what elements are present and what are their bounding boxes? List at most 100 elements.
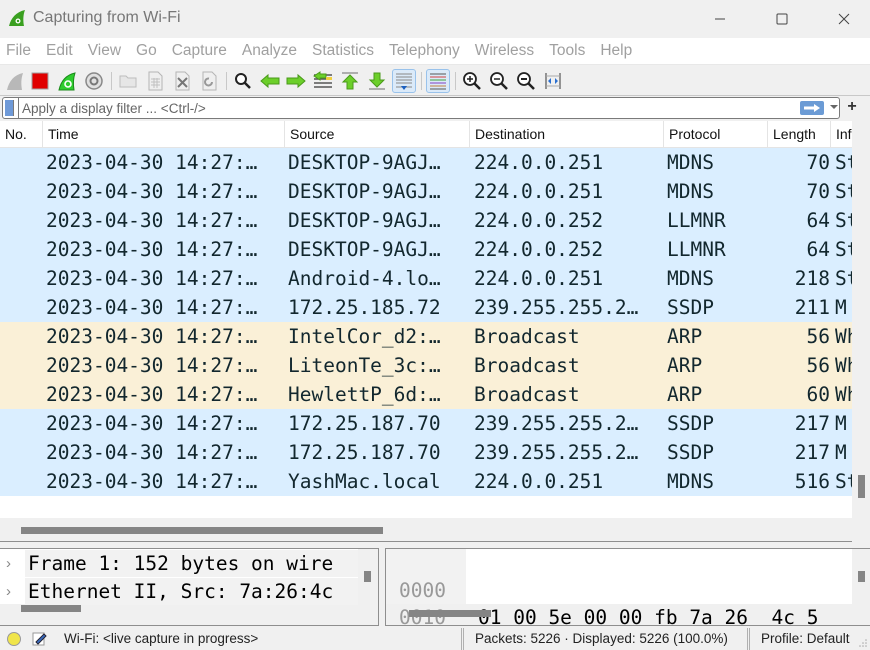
- packet-row[interactable]: 2023-04-30 14:27:… DESKTOP-9AGJ… 224.0.0.2…: [0, 235, 852, 264]
- column-header-length[interactable]: Length: [768, 121, 831, 148]
- find-packet-button[interactable]: [231, 69, 255, 93]
- profile-status[interactable]: Profile: Default: [761, 631, 850, 646]
- zoom-in-button[interactable]: [460, 69, 484, 93]
- cell-length: 56: [806, 325, 830, 348]
- folder-icon: [119, 75, 137, 88]
- stop-square-icon: [31, 72, 49, 90]
- column-header-source[interactable]: Source: [285, 121, 470, 148]
- menu-wireless[interactable]: Wireless: [475, 42, 534, 60]
- packet-list-horizontal-scrollbar[interactable]: [0, 518, 852, 542]
- packet-rows: 2023-04-30 14:27:… DESKTOP-9AGJ… 224.0.0.2…: [0, 148, 852, 496]
- expert-info-led-icon[interactable]: [7, 632, 21, 646]
- packet-row[interactable]: 2023-04-30 14:27:… 172.25.187.70 239.255.2…: [0, 409, 852, 438]
- packet-row[interactable]: 2023-04-30 14:27:… Android-4.lo… 224.0.0.2…: [0, 264, 852, 293]
- packet-row[interactable]: 2023-04-30 14:27:… LiteonTe_3c:… Broadcast…: [0, 351, 852, 380]
- bytes-vertical-scrollbar[interactable]: [858, 571, 865, 582]
- details-vertical-scrollbar[interactable]: [364, 571, 371, 582]
- go-to-packet-button[interactable]: [311, 69, 335, 93]
- cell-source: IntelCor_d2:…: [288, 325, 441, 348]
- chevron-right-icon[interactable]: ›: [6, 550, 11, 577]
- cell-length: 56: [806, 354, 830, 377]
- auto-scroll-button[interactable]: [392, 69, 416, 93]
- menu-help[interactable]: Help: [600, 42, 632, 60]
- details-horizontal-scrollbar[interactable]: [21, 605, 81, 612]
- filter-history-dropdown[interactable]: [829, 102, 839, 114]
- open-file-button[interactable]: [116, 69, 140, 93]
- column-header-info[interactable]: Inf: [831, 121, 852, 148]
- hex-bytes[interactable]: 01 00 5e 00 00 fb 7a 26 4c 5: [478, 604, 818, 631]
- cell-source: 172.25.187.70: [288, 412, 441, 435]
- menu-file[interactable]: File: [6, 42, 31, 60]
- cell-source: DESKTOP-9AGJ…: [288, 151, 441, 174]
- menu-go[interactable]: Go: [136, 42, 157, 60]
- cell-source: DESKTOP-9AGJ…: [288, 209, 441, 232]
- display-filter-input[interactable]: [22, 99, 792, 117]
- go-last-packet-button[interactable]: [365, 69, 389, 93]
- cell-length: 64: [806, 209, 830, 232]
- packet-row[interactable]: 2023-04-30 14:27:… DESKTOP-9AGJ… 224.0.0.2…: [0, 206, 852, 235]
- cell-length: 217: [794, 441, 830, 464]
- tree-item-frame[interactable]: › Frame 1: 152 bytes on wire: [0, 550, 358, 577]
- resize-columns-button[interactable]: [541, 69, 565, 93]
- menu-tools[interactable]: Tools: [549, 42, 585, 60]
- file-close-icon: [175, 71, 190, 91]
- menu-statistics[interactable]: Statistics: [312, 42, 374, 60]
- cell-no: [0, 467, 42, 496]
- menu-view[interactable]: View: [88, 42, 121, 60]
- column-header-protocol[interactable]: Protocol: [664, 121, 768, 148]
- reload-file-button[interactable]: [197, 69, 221, 93]
- packet-row[interactable]: 2023-04-30 14:27:… DESKTOP-9AGJ… 224.0.0.2…: [0, 148, 852, 177]
- column-header-time[interactable]: Time: [43, 121, 285, 148]
- packet-row[interactable]: 2023-04-30 14:27:… IntelCor_d2:… Broadcast…: [0, 322, 852, 351]
- packet-list-vertical-scrollbar[interactable]: [852, 121, 870, 518]
- cell-length: 218: [794, 267, 830, 290]
- scrollbar-thumb[interactable]: [21, 527, 383, 534]
- display-filter-box: [2, 97, 840, 119]
- tree-item-ethernet[interactable]: › Ethernet II, Src: 7a:26:4c: [0, 578, 358, 605]
- close-file-button[interactable]: [170, 69, 194, 93]
- go-first-packet-button[interactable]: [338, 69, 362, 93]
- colorize-button[interactable]: [426, 69, 450, 93]
- cell-destination: 239.255.255.2…: [474, 296, 639, 319]
- packet-row[interactable]: 2023-04-30 14:27:… HewlettP_6d:… Broadcast…: [0, 380, 852, 409]
- packet-row[interactable]: 2023-04-30 14:27:… YashMac.local 224.0.0.2…: [0, 467, 852, 496]
- go-back-button[interactable]: [258, 69, 282, 93]
- cell-time: 2023-04-30 14:27:…: [46, 296, 258, 319]
- capture-options-button[interactable]: [82, 69, 106, 93]
- apply-filter-button[interactable]: [800, 101, 824, 115]
- packet-details-tree: › Frame 1: 152 bytes on wire › Ethernet …: [0, 549, 358, 605]
- menu-edit[interactable]: Edit: [46, 42, 73, 60]
- chevron-right-icon[interactable]: ›: [6, 578, 11, 605]
- zoom-reset-button[interactable]: [514, 69, 538, 93]
- resize-grip-icon[interactable]: [858, 638, 868, 648]
- menu-capture[interactable]: Capture: [172, 42, 227, 60]
- menu-telephony[interactable]: Telephony: [389, 42, 460, 60]
- start-capture-button[interactable]: [3, 69, 27, 93]
- zoom-out-button[interactable]: [487, 69, 511, 93]
- minimize-button[interactable]: [700, 6, 740, 32]
- packet-row[interactable]: 2023-04-30 14:27:… DESKTOP-9AGJ… 224.0.0.2…: [0, 177, 852, 206]
- close-button[interactable]: [824, 6, 864, 32]
- stop-capture-button[interactable]: [28, 69, 52, 93]
- cell-destination: Broadcast: [474, 354, 580, 377]
- cell-info: St: [835, 209, 852, 232]
- bytes-horizontal-scrollbar[interactable]: [409, 610, 491, 617]
- cell-destination: 224.0.0.251: [474, 151, 604, 174]
- bookmark-icon[interactable]: [5, 100, 14, 116]
- maximize-button[interactable]: [762, 6, 802, 32]
- scrollbar-thumb[interactable]: [858, 475, 865, 498]
- packet-row[interactable]: 2023-04-30 14:27:… 172.25.185.72 239.255.2…: [0, 293, 852, 322]
- cell-length: 64: [806, 238, 830, 261]
- capture-comment-icon[interactable]: [32, 631, 47, 646]
- save-file-button[interactable]: [143, 69, 167, 93]
- add-filter-button[interactable]: +: [845, 97, 859, 117]
- cell-destination: Broadcast: [474, 383, 580, 406]
- go-forward-button[interactable]: [284, 69, 308, 93]
- column-header-destination[interactable]: Destination: [470, 121, 664, 148]
- menu-analyze[interactable]: Analyze: [242, 42, 297, 60]
- cell-time: 2023-04-30 14:27:…: [46, 267, 258, 290]
- cell-destination: 224.0.0.252: [474, 238, 604, 261]
- column-header-no[interactable]: No.: [0, 121, 43, 148]
- packet-row[interactable]: 2023-04-30 14:27:… 172.25.187.70 239.255.2…: [0, 438, 852, 467]
- restart-capture-button[interactable]: [55, 69, 79, 93]
